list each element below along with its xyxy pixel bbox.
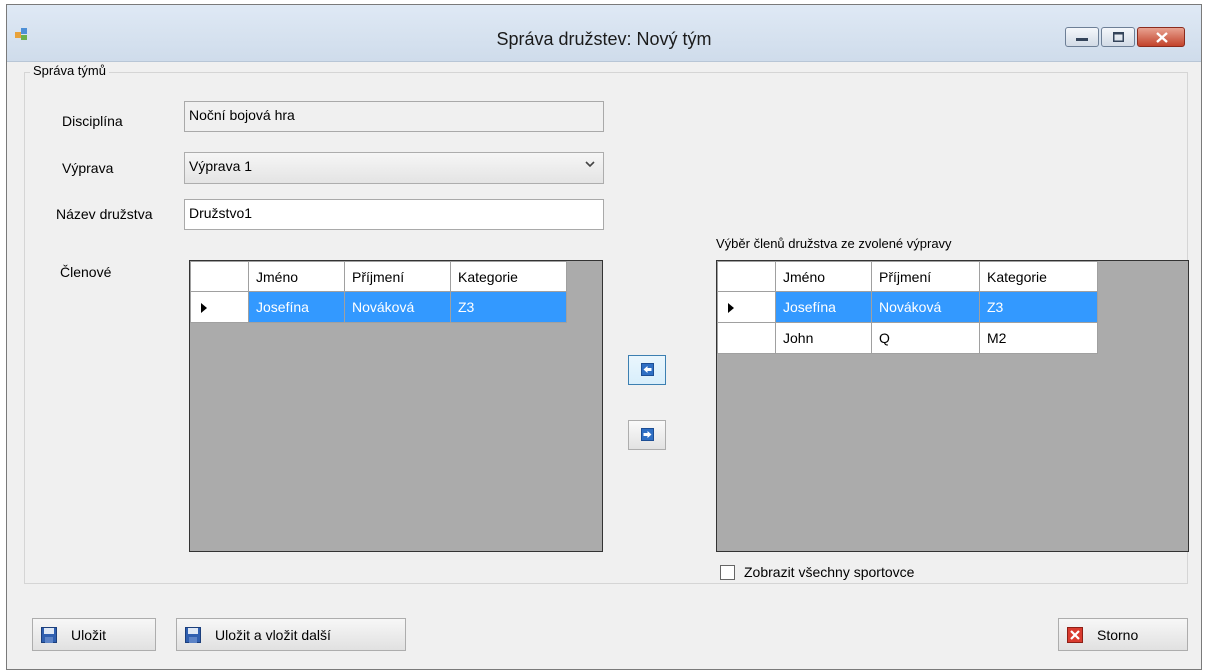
minimize-icon	[1076, 38, 1088, 41]
team-name-label: Název družstva	[56, 206, 153, 222]
maximize-icon	[1113, 32, 1124, 42]
group-label: Správa týmů	[30, 63, 109, 78]
arrow-right-icon	[641, 428, 654, 441]
table-row[interactable]: John Q M2	[717, 322, 1098, 354]
current-row-arrow-icon	[201, 303, 207, 314]
current-row-arrow-icon	[728, 303, 734, 314]
minimize-button[interactable]	[1065, 27, 1099, 47]
grid-header-row: Jméno Příjmení Kategorie	[717, 261, 1098, 292]
save-icon	[185, 627, 201, 643]
save-and-add-button-label: Uložit a vložit další	[215, 627, 331, 643]
members-grid[interactable]: Jméno Příjmení Kategorie Josefína Nováko…	[189, 260, 603, 552]
close-icon	[1156, 32, 1168, 43]
table-row[interactable]: Josefína Nováková Z3	[717, 291, 1098, 323]
column-header[interactable]: Kategorie	[979, 261, 1098, 292]
table-cell[interactable]: Z3	[450, 291, 567, 323]
expedition-label: Výprava	[62, 160, 114, 176]
expedition-selected-value: Výprava 1	[189, 158, 253, 174]
table-cell[interactable]: M2	[979, 322, 1098, 354]
cancel-button-label: Storno	[1097, 627, 1139, 643]
show-all-checkbox[interactable]	[720, 565, 735, 580]
discipline-field[interactable]: Noční bojová hra	[184, 101, 604, 132]
table-cell[interactable]: Nováková	[871, 291, 980, 323]
column-header[interactable]: Příjmení	[871, 261, 980, 292]
remove-member-button[interactable]	[628, 420, 666, 450]
table-cell[interactable]: Q	[871, 322, 980, 354]
title-bar[interactable]: Správa družstev: Nový tým	[7, 5, 1201, 62]
row-header[interactable]	[717, 322, 776, 354]
cancel-icon	[1067, 627, 1083, 643]
window-title: Správa družstev: Nový tým	[496, 29, 712, 49]
members-label: Členové	[60, 264, 112, 280]
expedition-select[interactable]: Výprava 1	[184, 152, 604, 184]
grid-header-row: Jméno Příjmení Kategorie	[190, 261, 567, 292]
show-all-label[interactable]: Zobrazit všechny sportovce	[744, 564, 914, 580]
table-cell[interactable]: Josefína	[248, 291, 345, 323]
close-button[interactable]	[1137, 27, 1185, 47]
cancel-button[interactable]: Storno	[1058, 618, 1188, 651]
discipline-label: Disciplína	[62, 113, 123, 129]
row-header[interactable]	[717, 291, 776, 323]
row-header-corner	[717, 261, 776, 292]
column-header[interactable]: Jméno	[248, 261, 345, 292]
save-button-label: Uložit	[71, 627, 107, 643]
row-header-corner	[190, 261, 249, 292]
table-cell[interactable]: Z3	[979, 291, 1098, 323]
candidates-grid[interactable]: Jméno Příjmení Kategorie Josefína Nováko…	[716, 260, 1189, 552]
add-member-button[interactable]	[628, 355, 666, 385]
save-icon	[41, 627, 57, 643]
table-cell[interactable]: John	[775, 322, 872, 354]
chevron-down-icon	[585, 161, 595, 168]
table-cell[interactable]: Nováková	[344, 291, 451, 323]
column-header[interactable]: Kategorie	[450, 261, 567, 292]
row-header[interactable]	[190, 291, 249, 323]
save-and-add-button[interactable]: Uložit a vložit další	[176, 618, 406, 651]
maximize-button[interactable]	[1101, 27, 1135, 47]
selection-label: Výběr členů družstva ze zvolené výpravy	[716, 236, 952, 251]
column-header[interactable]: Příjmení	[344, 261, 451, 292]
column-header[interactable]: Jméno	[775, 261, 872, 292]
team-name-input[interactable]: Družstvo1	[184, 199, 604, 230]
table-cell[interactable]: Josefína	[775, 291, 872, 323]
table-row[interactable]: Josefína Nováková Z3	[190, 291, 567, 323]
arrow-left-icon	[641, 363, 654, 376]
save-button[interactable]: Uložit	[32, 618, 156, 651]
